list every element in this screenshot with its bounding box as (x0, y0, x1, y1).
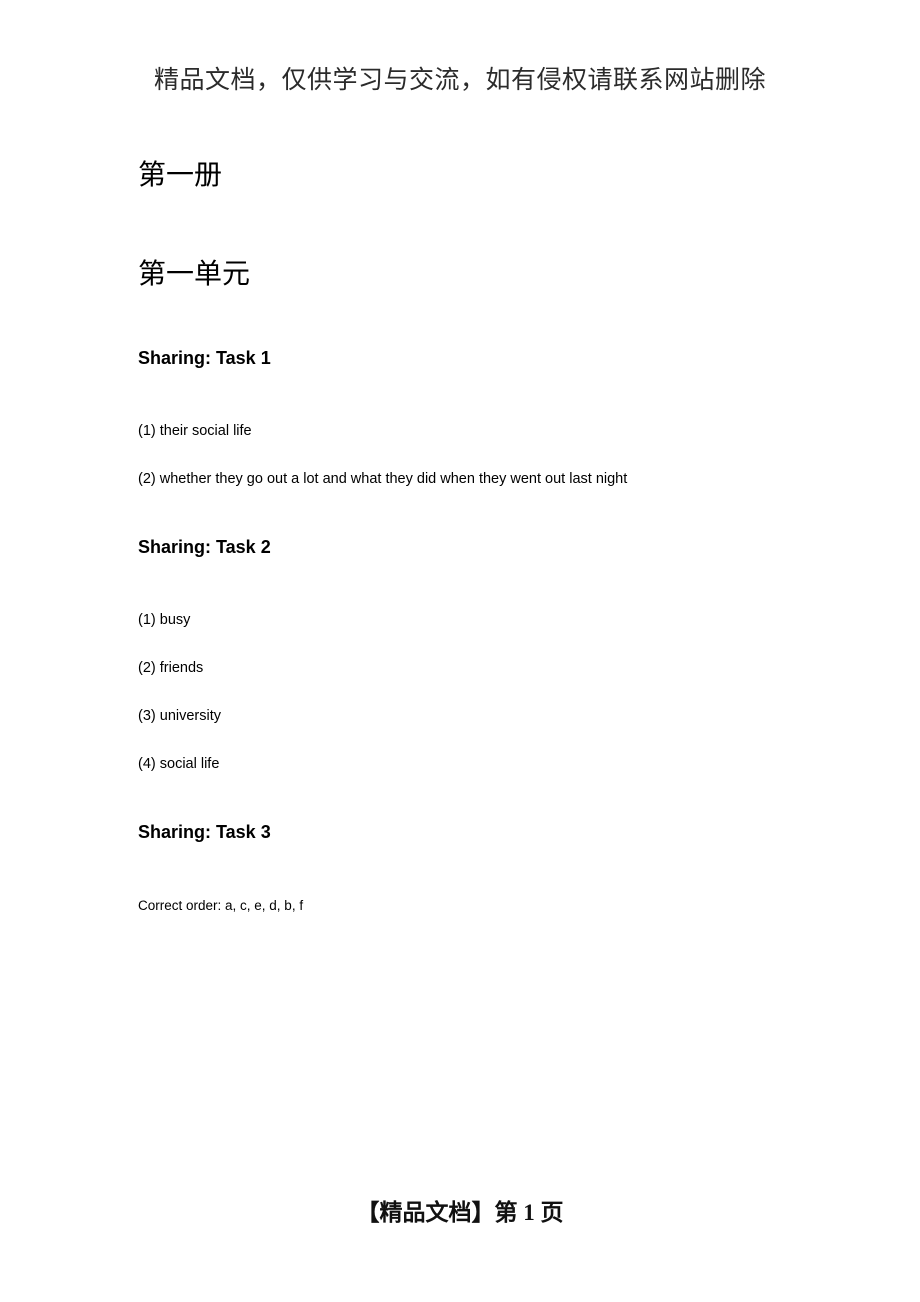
page-footer: 【精品文档】第 1 页 (356, 1200, 564, 1225)
answer-line: (2) friends (138, 660, 204, 676)
document-page: 精品文档，仅供学习与交流，如有侵权请联系网站删除 第一册 第一单元 Sharin… (0, 0, 920, 1302)
volume-title: 第一册 (138, 159, 223, 190)
section-heading-task-3: Sharing: Task 3 (138, 822, 271, 842)
watermark-header: 精品文档，仅供学习与交流，如有侵权请联系网站删除 (153, 67, 766, 94)
answer-line: (2) whether they go out a lot and what t… (138, 471, 628, 487)
unit-title: 第一单元 (138, 258, 251, 289)
answer-line: Correct order: a, c, e, d, b, f (138, 898, 304, 913)
answer-line: (1) their social life (138, 423, 252, 439)
section-heading-task-1: Sharing: Task 1 (138, 348, 271, 368)
answer-line: (3) university (138, 708, 221, 724)
answer-line: (1) busy (138, 612, 191, 628)
answer-line: (4) social life (138, 756, 220, 772)
section-heading-task-2: Sharing: Task 2 (138, 537, 271, 557)
